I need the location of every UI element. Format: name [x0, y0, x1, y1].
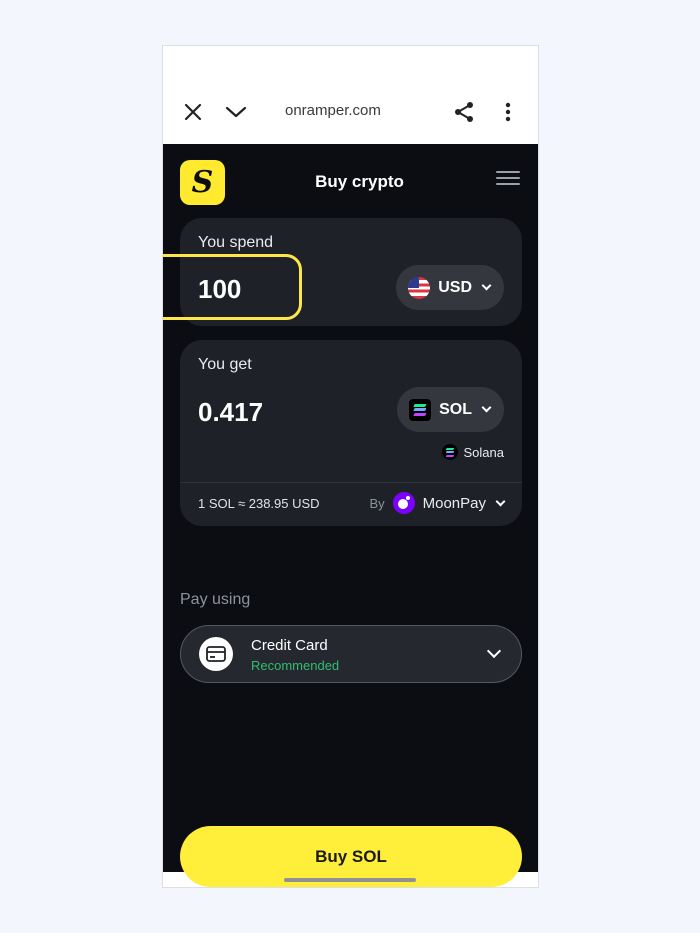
browser-toolbar: onramper.com — [163, 46, 538, 144]
solana-icon — [409, 398, 432, 421]
chevron-down-icon — [481, 402, 492, 413]
exchange-rate: 1 SOL ≈ 238.95 USD — [198, 496, 320, 511]
provider-by-label: By — [369, 495, 385, 511]
chevron-down-icon — [481, 280, 492, 291]
chevron-down-icon[interactable] — [224, 100, 248, 124]
provider-selector[interactable]: By MoonPay — [369, 492, 506, 514]
chevron-down-icon — [495, 496, 506, 506]
share-icon[interactable] — [452, 100, 476, 124]
recommended-badge: Recommended — [251, 658, 340, 673]
spend-amount-input[interactable]: 100 — [198, 274, 241, 305]
crypto-currency-code: SOL — [439, 400, 472, 418]
us-flag-icon — [408, 276, 431, 299]
provider-name: MoonPay — [422, 494, 486, 512]
widget-header: S Buy crypto — [163, 144, 538, 220]
chevron-down-icon — [486, 643, 502, 659]
address-bar-url[interactable]: onramper.com — [285, 102, 381, 119]
phone-frame: onramper.com S Buy crypto You spend 100 — [162, 45, 539, 888]
get-amount: 0.417 — [198, 397, 264, 427]
solana-network-icon — [441, 444, 458, 460]
moonpay-icon — [392, 492, 415, 514]
payment-method-name: Credit Card — [251, 637, 328, 654]
home-indicator[interactable] — [284, 878, 416, 882]
credit-card-icon — [199, 637, 233, 671]
fiat-currency-code: USD — [438, 278, 472, 296]
spend-card: You spend 100 USD — [163, 218, 522, 326]
onramper-widget: S Buy crypto You spend 100 USD You get 0… — [163, 144, 538, 887]
pay-using-label: Pay using — [180, 591, 251, 608]
fiat-currency-selector[interactable]: USD — [396, 265, 504, 310]
close-icon[interactable] — [181, 100, 205, 124]
more-vertical-icon[interactable] — [496, 100, 520, 124]
crypto-currency-selector[interactable]: SOL — [397, 387, 504, 432]
page-title: Buy crypto — [315, 172, 404, 191]
divider — [180, 482, 522, 483]
spend-label: You spend — [198, 234, 274, 251]
network-badge: Solana — [441, 444, 504, 460]
network-name: Solana — [463, 444, 504, 460]
get-label: You get — [198, 356, 252, 373]
get-card: You get 0.417 SOL Solana 1 SOL ≈ 238.95 … — [180, 340, 522, 526]
hamburger-menu-icon[interactable] — [496, 171, 520, 189]
payment-method-selector[interactable]: Credit Card Recommended — [180, 625, 522, 683]
